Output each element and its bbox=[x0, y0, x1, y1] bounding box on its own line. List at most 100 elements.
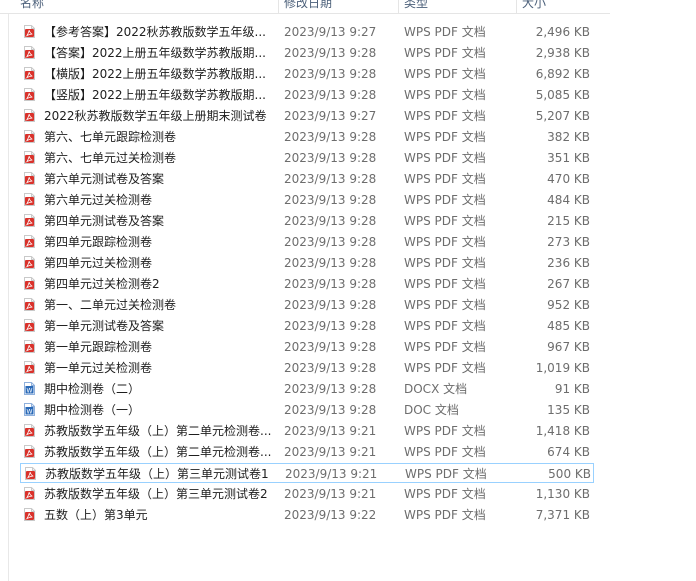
pdf-icon bbox=[25, 467, 36, 480]
file-row[interactable]: 第六单元测试卷及答案 2023/9/13 9:28 WPS PDF 文档 470 KB bbox=[20, 169, 594, 189]
column-divider[interactable] bbox=[398, 0, 399, 13]
file-row[interactable]: 【竖版】2022上册五年级数学苏教版期... 2023/9/13 9:28 WPS … bbox=[20, 85, 594, 105]
column-header-size[interactable]: 大小 bbox=[522, 0, 546, 13]
file-name: 第一、二单元过关检测卷 bbox=[44, 298, 177, 312]
column-header-date[interactable]: 修改日期 bbox=[284, 0, 332, 13]
pdf-icon bbox=[24, 193, 35, 206]
file-row[interactable]: 第六单元过关检测卷 2023/9/13 9:28 WPS PDF 文档 484 KB bbox=[20, 190, 594, 210]
pdf-icon bbox=[24, 256, 35, 269]
file-row[interactable]: 苏教版数学五年级（上）第三单元测试卷1 2023/9/13 9:21 WPS PDF… bbox=[20, 463, 594, 483]
file-date: 2023/9/13 9:28 bbox=[284, 256, 377, 270]
navigation-pane-edge bbox=[0, 0, 9, 581]
file-type: WPS PDF 文档 bbox=[404, 67, 486, 81]
pdf-icon bbox=[24, 319, 35, 332]
file-date: 2023/9/13 9:21 bbox=[284, 445, 377, 459]
file-row[interactable]: 苏教版数学五年级（上）第二单元检测卷... 2023/9/13 9:21 WPS P… bbox=[20, 442, 594, 462]
file-type: WPS PDF 文档 bbox=[404, 214, 486, 228]
file-size: 267 KB bbox=[547, 277, 590, 291]
file-date: 2023/9/13 9:28 bbox=[284, 319, 377, 333]
file-size: 6,892 KB bbox=[535, 67, 590, 81]
file-date: 2023/9/13 9:28 bbox=[284, 382, 377, 396]
file-name: 第四单元测试卷及答案 bbox=[44, 214, 165, 228]
file-date: 2023/9/13 9:28 bbox=[284, 46, 377, 60]
file-size: 470 KB bbox=[547, 172, 590, 186]
pdf-icon bbox=[24, 445, 35, 458]
file-row[interactable]: 第一、二单元过关检测卷 2023/9/13 9:28 WPS PDF 文档 952 K… bbox=[20, 295, 594, 315]
file-size: 2,496 KB bbox=[535, 25, 590, 39]
pdf-icon bbox=[24, 361, 35, 374]
file-type: WPS PDF 文档 bbox=[404, 298, 486, 312]
file-date: 2023/9/13 9:28 bbox=[284, 130, 377, 144]
file-name: 苏教版数学五年级（上）第三单元测试卷1 bbox=[45, 467, 269, 481]
file-size: 236 KB bbox=[547, 256, 590, 270]
file-date: 2023/9/13 9:21 bbox=[285, 467, 378, 481]
pdf-icon bbox=[24, 67, 35, 80]
pdf-icon bbox=[24, 487, 35, 500]
file-type: WPS PDF 文档 bbox=[404, 445, 486, 459]
file-row[interactable]: W 期中检测卷（二） 2023/9/13 9:28 DOCX 文档 91 KB bbox=[20, 379, 594, 399]
file-size: 1,019 KB bbox=[535, 361, 590, 375]
pdf-icon bbox=[24, 298, 35, 311]
file-type: WPS PDF 文档 bbox=[404, 130, 486, 144]
file-name: 第一单元过关检测卷 bbox=[44, 361, 153, 375]
file-size: 135 KB bbox=[547, 403, 590, 417]
file-row[interactable]: 第四单元过关检测卷 2023/9/13 9:28 WPS PDF 文档 236 KB bbox=[20, 253, 594, 273]
file-name: 第四单元过关检测卷2 bbox=[44, 277, 160, 291]
file-type: WPS PDF 文档 bbox=[404, 109, 486, 123]
pdf-icon bbox=[24, 151, 35, 164]
file-date: 2023/9/13 9:21 bbox=[284, 424, 377, 438]
file-type: WPS PDF 文档 bbox=[405, 467, 487, 481]
file-row[interactable]: 第一单元跟踪检测卷 2023/9/13 9:28 WPS PDF 文档 967 KB bbox=[20, 337, 594, 357]
file-name: 苏教版数学五年级（上）第二单元检测卷... bbox=[44, 424, 272, 438]
file-date: 2023/9/13 9:28 bbox=[284, 298, 377, 312]
file-date: 2023/9/13 9:27 bbox=[284, 109, 377, 123]
file-size: 500 KB bbox=[548, 467, 591, 481]
file-row[interactable]: 第六、七单元过关检测卷 2023/9/13 9:28 WPS PDF 文档 351 K… bbox=[20, 148, 594, 168]
file-name: 第四单元跟踪检测卷 bbox=[44, 235, 153, 249]
column-header-type[interactable]: 类型 bbox=[404, 0, 428, 13]
file-row[interactable]: 第四单元过关检测卷2 2023/9/13 9:28 WPS PDF 文档 267 KB bbox=[20, 274, 594, 294]
file-row[interactable]: 【答案】2022上册五年级数学苏教版期... 2023/9/13 9:28 WPS … bbox=[20, 43, 594, 63]
column-divider[interactable] bbox=[278, 0, 279, 13]
file-row[interactable]: 第四单元跟踪检测卷 2023/9/13 9:28 WPS PDF 文档 273 KB bbox=[20, 232, 594, 252]
file-row[interactable]: W 期中检测卷（一） 2023/9/13 9:28 DOC 文档 135 KB bbox=[20, 400, 594, 420]
file-size: 215 KB bbox=[547, 214, 590, 228]
file-name: 苏教版数学五年级（上）第三单元测试卷2 bbox=[44, 487, 268, 501]
pdf-icon bbox=[24, 424, 35, 437]
file-row[interactable]: 第六、七单元跟踪检测卷 2023/9/13 9:28 WPS PDF 文档 382 K… bbox=[20, 127, 594, 147]
file-size: 91 KB bbox=[554, 382, 590, 396]
file-row[interactable]: 2022秋苏教版数学五年级上册期末测试卷 2023/9/13 9:27 WPS PD… bbox=[20, 106, 594, 126]
file-date: 2023/9/13 9:28 bbox=[284, 88, 377, 102]
file-type: DOCX 文档 bbox=[404, 382, 468, 396]
file-date: 2023/9/13 9:28 bbox=[284, 235, 377, 249]
file-size: 2,938 KB bbox=[535, 46, 590, 60]
file-size: 1,130 KB bbox=[535, 487, 590, 501]
file-row[interactable]: 第一单元测试卷及答案 2023/9/13 9:28 WPS PDF 文档 485 KB bbox=[20, 316, 594, 336]
doc-icon: W bbox=[24, 403, 35, 416]
pdf-icon bbox=[24, 340, 35, 353]
file-row[interactable]: 第一单元过关检测卷 2023/9/13 9:28 WPS PDF 文档 1,019 K… bbox=[20, 358, 594, 378]
file-row[interactable]: 五数（上）第3单元 2023/9/13 9:22 WPS PDF 文档 7,371 K… bbox=[20, 505, 594, 525]
file-type: WPS PDF 文档 bbox=[404, 46, 486, 60]
file-date: 2023/9/13 9:28 bbox=[284, 67, 377, 81]
column-header-name[interactable]: 名称 bbox=[20, 0, 44, 13]
file-name: 第六单元过关检测卷 bbox=[44, 193, 153, 207]
file-type: WPS PDF 文档 bbox=[404, 235, 486, 249]
file-size: 382 KB bbox=[547, 130, 590, 144]
pdf-icon bbox=[24, 25, 35, 38]
file-type: WPS PDF 文档 bbox=[404, 340, 486, 354]
file-row[interactable]: 第四单元测试卷及答案 2023/9/13 9:28 WPS PDF 文档 215 KB bbox=[20, 211, 594, 231]
file-row[interactable]: 【参考答案】2022秋苏教版数学五年级... 2023/9/13 9:27 WPS … bbox=[20, 22, 594, 42]
file-name: 第一单元测试卷及答案 bbox=[44, 319, 165, 333]
file-name: 【参考答案】2022秋苏教版数学五年级... bbox=[44, 25, 266, 39]
column-divider[interactable] bbox=[516, 0, 517, 13]
pdf-icon bbox=[24, 172, 35, 185]
file-row[interactable]: 苏教版数学五年级（上）第三单元测试卷2 2023/9/13 9:21 WPS PDF… bbox=[20, 484, 594, 504]
file-size: 1,418 KB bbox=[535, 424, 590, 438]
file-row[interactable]: 苏教版数学五年级（上）第二单元检测卷... 2023/9/13 9:21 WPS P… bbox=[20, 421, 594, 441]
pdf-icon bbox=[24, 235, 35, 248]
file-row[interactable]: 【横版】2022上册五年级数学苏教版期... 2023/9/13 9:28 WPS … bbox=[20, 64, 594, 84]
file-size: 273 KB bbox=[547, 235, 590, 249]
file-type: WPS PDF 文档 bbox=[404, 25, 486, 39]
file-type: WPS PDF 文档 bbox=[404, 151, 486, 165]
